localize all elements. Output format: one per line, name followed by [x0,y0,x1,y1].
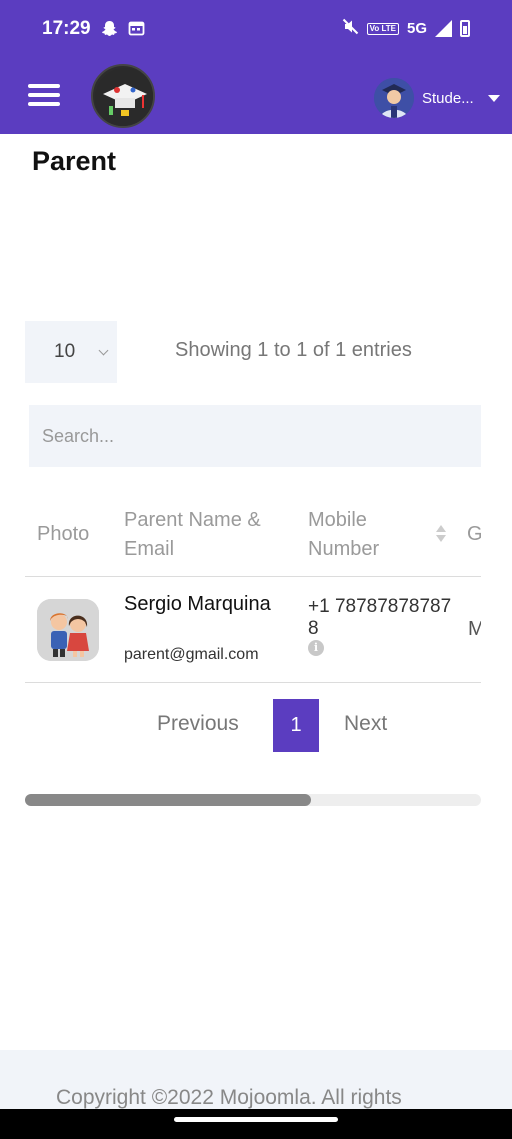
parent-gender: M [468,618,481,640]
footer: Copyright ©2022 Mojoomla. All rights [0,1050,512,1110]
school-logo[interactable] [91,64,155,128]
network-type: 5G [406,20,427,37]
column-header-gender[interactable]: G [467,520,481,549]
calendar-icon [128,20,145,42]
battery-icon [460,20,470,37]
table-header: Photo Parent Name & Email Mobile Number … [25,494,481,577]
page-1-button[interactable]: 1 [273,699,319,752]
hamburger-menu-icon[interactable] [28,84,60,110]
scrollbar-thumb[interactable] [25,794,311,806]
parent-email: parent@gmail.com [124,646,259,663]
previous-page-button[interactable]: Previous [157,712,239,736]
user-name: Stude... [422,89,474,107]
signal-icon [435,20,452,37]
volte-icon: Vo LTE [366,22,399,35]
chevron-down-icon [98,345,109,356]
status-right-group: Vo LTE 5G [342,18,470,39]
next-page-button[interactable]: Next [344,712,387,736]
home-gesture-bar[interactable] [174,1117,338,1122]
system-navigation-bar [0,1109,512,1139]
page-length-value: 10 [54,341,76,362]
parent-table: Photo Parent Name & Email Mobile Number … [25,494,481,684]
column-header-name-email[interactable]: Parent Name & Email [124,506,294,564]
chevron-down-icon [488,94,500,102]
copyright-text: Copyright ©2022 Mojoomla. All rights [56,1086,402,1109]
snapchat-icon [101,20,118,42]
column-header-mobile[interactable]: Mobile Number [308,506,418,564]
mute-icon [342,18,359,39]
page-length-select[interactable]: 10 [25,321,117,383]
entries-info: Showing 1 to 1 of 1 entries [175,339,412,361]
parent-mobile: +1 787878787878 [308,596,452,639]
sort-icon[interactable] [436,525,446,545]
status-time: 17:29 [42,18,91,39]
parent-photo [37,599,99,661]
status-bar: 17:29 Vo LTE 5G [0,0,512,60]
column-header-photo[interactable]: Photo [37,520,89,549]
pagination: Previous 1 Next [0,699,512,753]
search-input[interactable] [29,405,481,467]
user-menu[interactable]: Stude... [374,78,500,118]
parent-name: Sergio Marquina [124,593,271,615]
horizontal-scrollbar[interactable] [25,794,481,806]
app-header: 17:29 Vo LTE 5G Stude... [0,0,512,134]
table-row[interactable]: Sergio Marquina parent@gmail.com +1 7878… [25,577,481,683]
info-icon[interactable]: i [308,640,324,656]
page-title: Parent [32,146,117,176]
user-avatar [374,78,414,118]
